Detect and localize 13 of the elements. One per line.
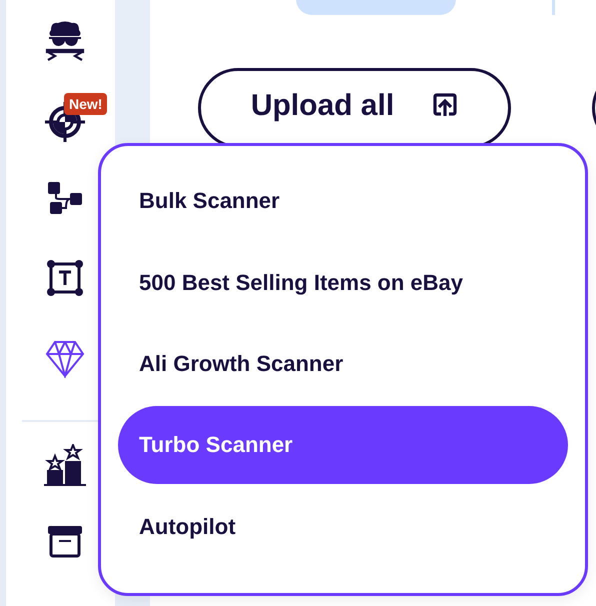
new-badge: New! xyxy=(64,93,108,115)
spy-icon[interactable] xyxy=(44,20,84,62)
ranking-icon[interactable] xyxy=(42,444,86,486)
menu-item[interactable]: Turbo Scanner xyxy=(118,406,568,484)
archive-box-icon[interactable] xyxy=(46,524,84,558)
upload-icon xyxy=(432,92,458,118)
menu-item[interactable]: 500 Best Selling Items on eBay xyxy=(118,243,568,321)
menu-item[interactable]: Bulk Scanner xyxy=(118,162,568,240)
flowchart-icon[interactable] xyxy=(46,180,84,216)
menu-item[interactable]: Autopilot xyxy=(118,488,568,566)
diamond-icon[interactable] xyxy=(44,340,84,378)
menu-item[interactable]: Ali Growth Scanner xyxy=(118,324,568,402)
text-frame-icon[interactable] xyxy=(46,260,84,296)
